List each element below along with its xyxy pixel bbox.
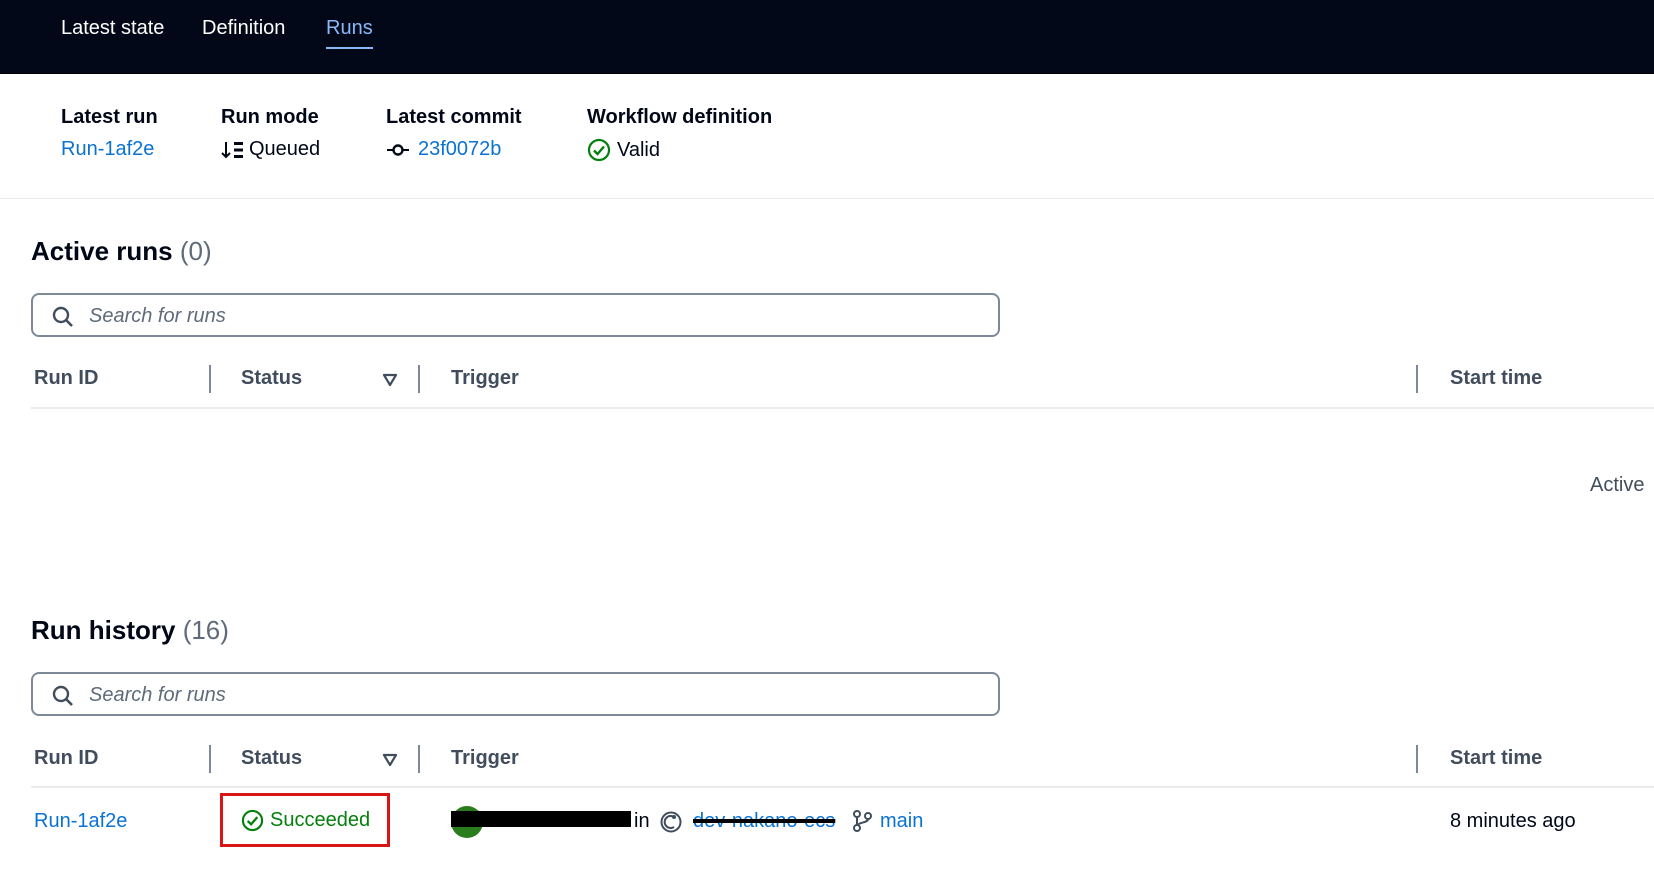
redacted-user (451, 811, 631, 827)
table-header-divider (31, 786, 1654, 788)
active-runs-search-input[interactable] (87, 301, 971, 331)
column-resizer[interactable] (209, 745, 211, 773)
start-time-value: 8 minutes ago (1450, 810, 1576, 832)
workflow-definition-label: Workflow definition (587, 106, 773, 128)
run-history-title: Run history (31, 615, 176, 645)
branch-link[interactable]: main (880, 810, 923, 833)
latest-run-link[interactable]: Run-1af2e (61, 138, 154, 161)
status-badge: Succeeded (241, 809, 370, 832)
run-mode-label: Run mode (221, 106, 319, 128)
status-text: Succeeded (270, 809, 371, 831)
active-col-status[interactable]: Status (241, 367, 302, 390)
search-icon (52, 306, 73, 327)
latest-commit-label: Latest commit (386, 106, 522, 128)
commit-icon (387, 143, 409, 156)
check-circle-icon (587, 138, 611, 162)
history-col-status[interactable]: Status (241, 747, 302, 770)
check-circle-icon (241, 809, 264, 832)
latest-run-label: Latest run (61, 106, 158, 128)
column-resizer[interactable] (1416, 365, 1418, 393)
active-runs-heading: Active runs (0) (31, 236, 212, 267)
latest-run-value: Run-1af2e (61, 138, 154, 161)
run-mode-value: Queued (221, 138, 320, 161)
workflow-definition-text: Valid (617, 138, 660, 161)
run-history-search-input[interactable] (87, 680, 971, 710)
column-resizer[interactable] (418, 365, 420, 393)
run-history-count: (16) (182, 615, 229, 645)
history-col-trigger[interactable]: Trigger (451, 747, 519, 770)
run-mode-text: Queued (249, 138, 321, 160)
column-resizer[interactable] (418, 745, 420, 773)
sort-desc-icon (221, 141, 243, 158)
run-id-link[interactable]: Run-1af2e (34, 810, 127, 833)
trigger-in-text: in (634, 810, 650, 832)
table-header-divider (31, 407, 1654, 409)
active-col-start-time[interactable]: Start time (1450, 367, 1542, 390)
filter-triangle-icon[interactable] (382, 752, 398, 768)
tab-latest-state[interactable]: Latest state (61, 17, 164, 40)
latest-commit-value: 23f0072b (386, 138, 501, 161)
column-resizer[interactable] (1416, 745, 1418, 773)
history-col-run-id[interactable]: Run ID (34, 747, 98, 770)
active-runs-count: (0) (179, 236, 212, 266)
repository-link[interactable]: dev-nakano-ecs (693, 810, 835, 833)
search-icon (52, 685, 73, 706)
workflow-definition-value: Valid (587, 138, 660, 162)
active-runs-title: Active runs (31, 236, 173, 266)
active-runs-search[interactable] (31, 293, 1000, 337)
active-runs-empty-text: Active (1590, 474, 1645, 496)
active-col-trigger[interactable]: Trigger (451, 367, 519, 390)
active-col-run-id[interactable]: Run ID (34, 367, 98, 390)
tab-definition[interactable]: Definition (202, 17, 285, 40)
top-nav-bar: Latest state Definition Runs (0, 0, 1654, 74)
history-col-start-time[interactable]: Start time (1450, 747, 1542, 770)
run-history-search[interactable] (31, 672, 1000, 716)
filter-triangle-icon[interactable] (382, 372, 398, 388)
column-resizer[interactable] (209, 365, 211, 393)
tab-runs[interactable]: Runs (326, 17, 373, 49)
workflow-summary: Latest run Run-1af2e Run mode Queued Lat… (0, 74, 1654, 199)
run-history-heading: Run history (16) (31, 615, 229, 646)
branch-icon (853, 810, 872, 832)
repository-icon (660, 811, 682, 833)
latest-commit-link[interactable]: 23f0072b (418, 138, 501, 161)
